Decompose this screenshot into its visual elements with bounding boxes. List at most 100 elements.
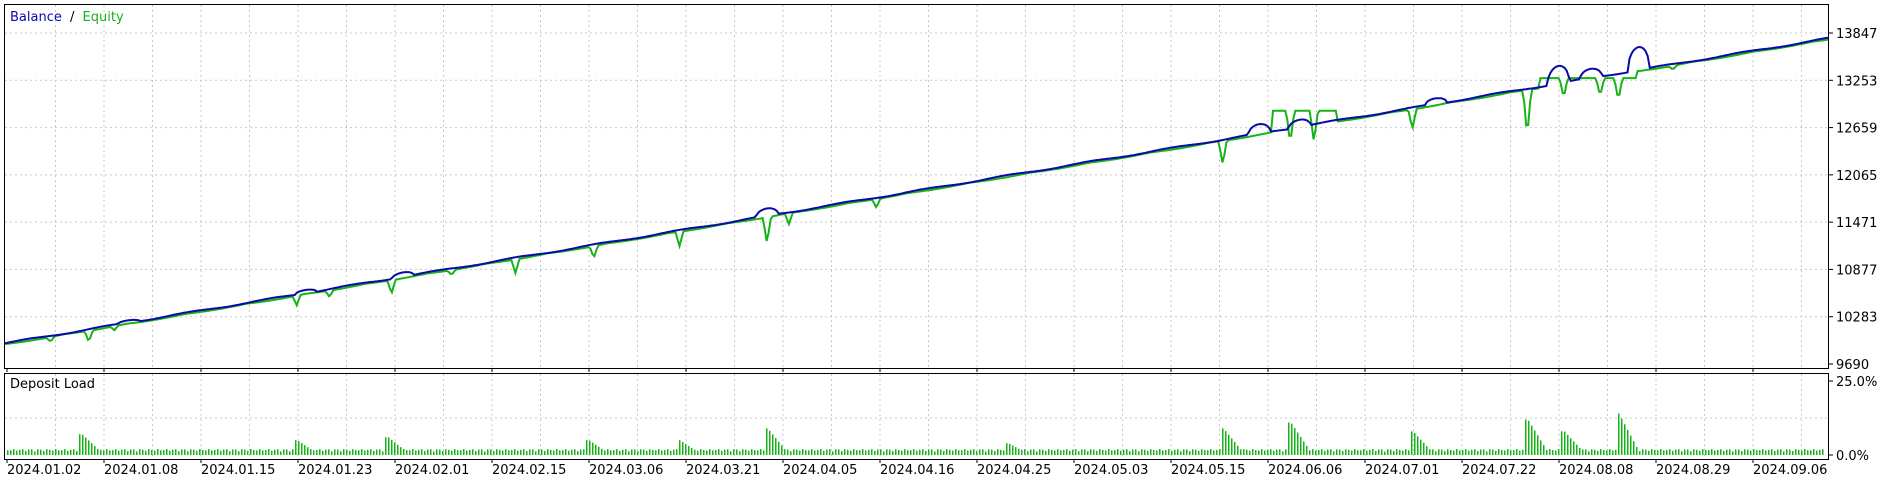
deposit-load-bar	[1666, 449, 1668, 455]
deposit-load-bar	[1738, 449, 1740, 455]
x-tick-label: 2024.01.15	[201, 463, 275, 478]
deposit-load-bar	[631, 449, 633, 455]
y-tick-label: 12659	[1836, 122, 1877, 137]
deposit-load-bar	[751, 449, 753, 456]
deposit-load-bar	[157, 449, 159, 455]
deposit-load-bar	[1321, 449, 1323, 455]
deposit-load-bar	[496, 449, 498, 455]
deposit-load-bar	[622, 449, 624, 456]
deposit-load-bar	[532, 449, 534, 455]
deposit-load-bar	[1567, 434, 1569, 456]
deposit-load-bar	[1300, 437, 1302, 456]
deposit-load-bar	[880, 449, 882, 456]
deposit-load-bar	[427, 449, 429, 455]
balance-series-line	[4, 36, 1829, 345]
deposit-load-bar	[208, 449, 210, 455]
deposit-load-bar	[1462, 450, 1464, 456]
deposit-load-bar	[1471, 449, 1473, 455]
deposit-load-bar	[1387, 449, 1389, 456]
deposit-load-bar	[757, 450, 759, 456]
deposit-load-bar	[1801, 450, 1803, 456]
deposit-load-bar	[601, 448, 603, 455]
deposit-load-bar	[1762, 449, 1764, 455]
deposit-load-bar	[1351, 450, 1353, 456]
deposit-load-bar	[973, 449, 975, 455]
x-tick-label: 2024.01.02	[7, 463, 81, 478]
deposit-load-bar	[454, 449, 456, 455]
deposit-load-bar	[169, 450, 171, 456]
x-axis: 2024.01.02 2024.01.08 2024.01.15 2024.01.23…	[6, 368, 1827, 478]
deposit-load-bar	[1054, 450, 1056, 455]
deposit-load-bar	[850, 450, 852, 455]
deposit-load-bar	[259, 449, 261, 455]
deposit-load-bar	[1393, 451, 1395, 456]
deposit-load-bar	[1798, 449, 1800, 456]
deposit-load-bar	[1240, 449, 1242, 456]
deposit-load-bar	[310, 449, 312, 455]
deposit-load-bar	[799, 450, 801, 456]
deposit-load-bar	[46, 449, 48, 455]
deposit-load-bar	[1600, 449, 1602, 456]
deposit-load-bars	[7, 413, 1824, 456]
deposit-load-bar	[784, 449, 786, 456]
deposit-load-bar	[25, 451, 27, 456]
deposit-load-bar	[1366, 450, 1368, 455]
deposit-load-bar	[829, 449, 831, 455]
deposit-load-bar	[1684, 449, 1686, 456]
deposit-load-bar	[160, 450, 162, 456]
deposit-load-bar	[736, 449, 738, 455]
deposit-load-bar	[439, 449, 441, 456]
deposit-load-bar	[1504, 450, 1506, 455]
deposit-load-bar	[508, 450, 510, 456]
deposit-load-bar	[835, 449, 837, 455]
deposit-load-bar	[1222, 428, 1224, 455]
deposit-load-bar	[997, 449, 999, 455]
deposit-load-bar	[1348, 449, 1350, 456]
deposit-load-bar	[1639, 451, 1641, 456]
deposit-load-bar	[346, 449, 348, 455]
deposit-load-bar	[868, 449, 870, 455]
chart-window: 13847 13253 12659 12065 11471 10877 10283 9690 …	[0, 0, 1889, 479]
deposit-load-bar	[433, 451, 435, 456]
deposit-load-bar	[688, 445, 690, 456]
deposit-load-bar	[1081, 449, 1083, 455]
deposit-load-bar	[376, 449, 378, 456]
x-tick-label: 2024.06.06	[1268, 463, 1342, 478]
deposit-load-bar	[1192, 449, 1194, 456]
deposit-load-bar	[529, 449, 531, 456]
legend: Balance / Equity	[10, 10, 124, 25]
deposit-load-bar	[1021, 449, 1023, 455]
deposit-load-bar	[1816, 450, 1818, 455]
deposit-load-bar	[649, 449, 651, 456]
deposit-load-bar	[1372, 449, 1374, 455]
deposit-load-bar	[58, 450, 60, 456]
deposit-load-bar	[943, 450, 945, 455]
deposit-load-bar	[70, 449, 72, 456]
deposit-load-bar	[187, 451, 189, 455]
deposit-load-bar	[910, 450, 912, 456]
deposit-load-bar	[1468, 450, 1470, 455]
deposit-load-bar	[889, 449, 891, 456]
deposit-load-bar	[1564, 431, 1566, 455]
deposit-load-bar	[856, 450, 858, 456]
deposit-load-bar	[1534, 430, 1536, 456]
deposit-load-bar	[727, 449, 729, 455]
deposit-load-bar	[1186, 449, 1188, 455]
deposit-load-bar	[37, 449, 39, 456]
deposit-load-bar	[211, 450, 213, 455]
deposit-load-bar	[1306, 445, 1308, 456]
deposit-load-bar	[22, 449, 24, 455]
deposit-load-bar	[604, 450, 606, 455]
deposit-load-bar	[1696, 449, 1698, 455]
deposit-load-bar	[862, 449, 864, 455]
deposit-load-bar	[1690, 451, 1692, 455]
deposit-load-bar	[703, 450, 705, 456]
deposit-load-bar	[712, 450, 714, 456]
deposit-load-bar	[1756, 450, 1758, 456]
deposit-load-bar	[1132, 449, 1134, 456]
deposit-load-bar	[1615, 450, 1617, 456]
deposit-load-bar	[1486, 451, 1488, 455]
deposit-load-bar	[397, 444, 399, 455]
deposit-load-bar	[931, 449, 933, 456]
deposit-load-bar	[49, 449, 51, 455]
